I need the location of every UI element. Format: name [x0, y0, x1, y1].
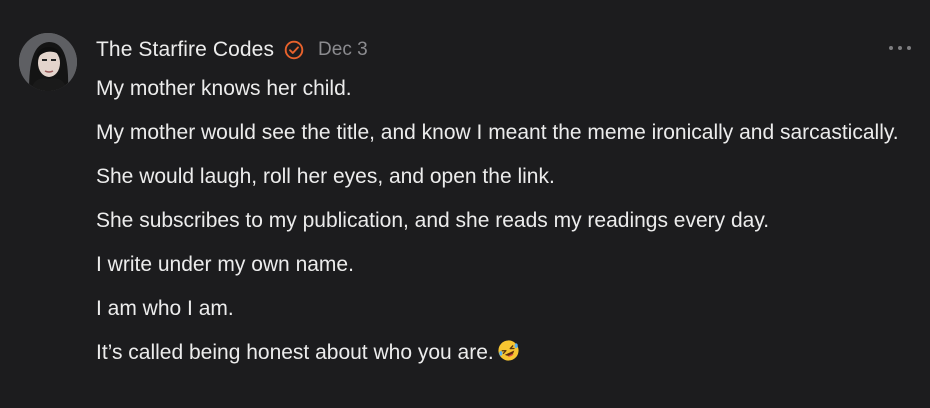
rolling-on-the-floor-laughing-emoji — [497, 339, 520, 362]
comment-paragraph-text: It’s called being honest about who you a… — [96, 341, 494, 364]
comment-paragraph: My mother knows her child. — [96, 77, 352, 100]
comment-date[interactable]: Dec 3 — [318, 39, 368, 61]
comment-body: My mother knows her child. My mother wou… — [96, 72, 904, 380]
verified-badge-icon — [284, 40, 304, 60]
comment-paragraph: She subscribes to my publication, and sh… — [96, 209, 770, 232]
comment-paragraph-last: It’s called being honest about who you a… — [96, 336, 904, 369]
comment-paragraph: My mother would see the title, and know … — [96, 121, 899, 144]
comment: The Starfire Codes Dec 3 My mother knows… — [0, 0, 930, 408]
author-name[interactable]: The Starfire Codes — [96, 38, 274, 62]
comment-paragraph: I write under my own name. — [96, 253, 354, 276]
comment-paragraph: She would laugh, roll her eyes, and open… — [96, 165, 555, 188]
avatar-image — [19, 33, 77, 91]
more-horizontal-icon[interactable] — [889, 40, 911, 56]
comment-header: The Starfire Codes Dec 3 — [96, 36, 368, 64]
comment-paragraph: I am who I am. — [96, 297, 234, 320]
avatar[interactable] — [19, 33, 77, 91]
